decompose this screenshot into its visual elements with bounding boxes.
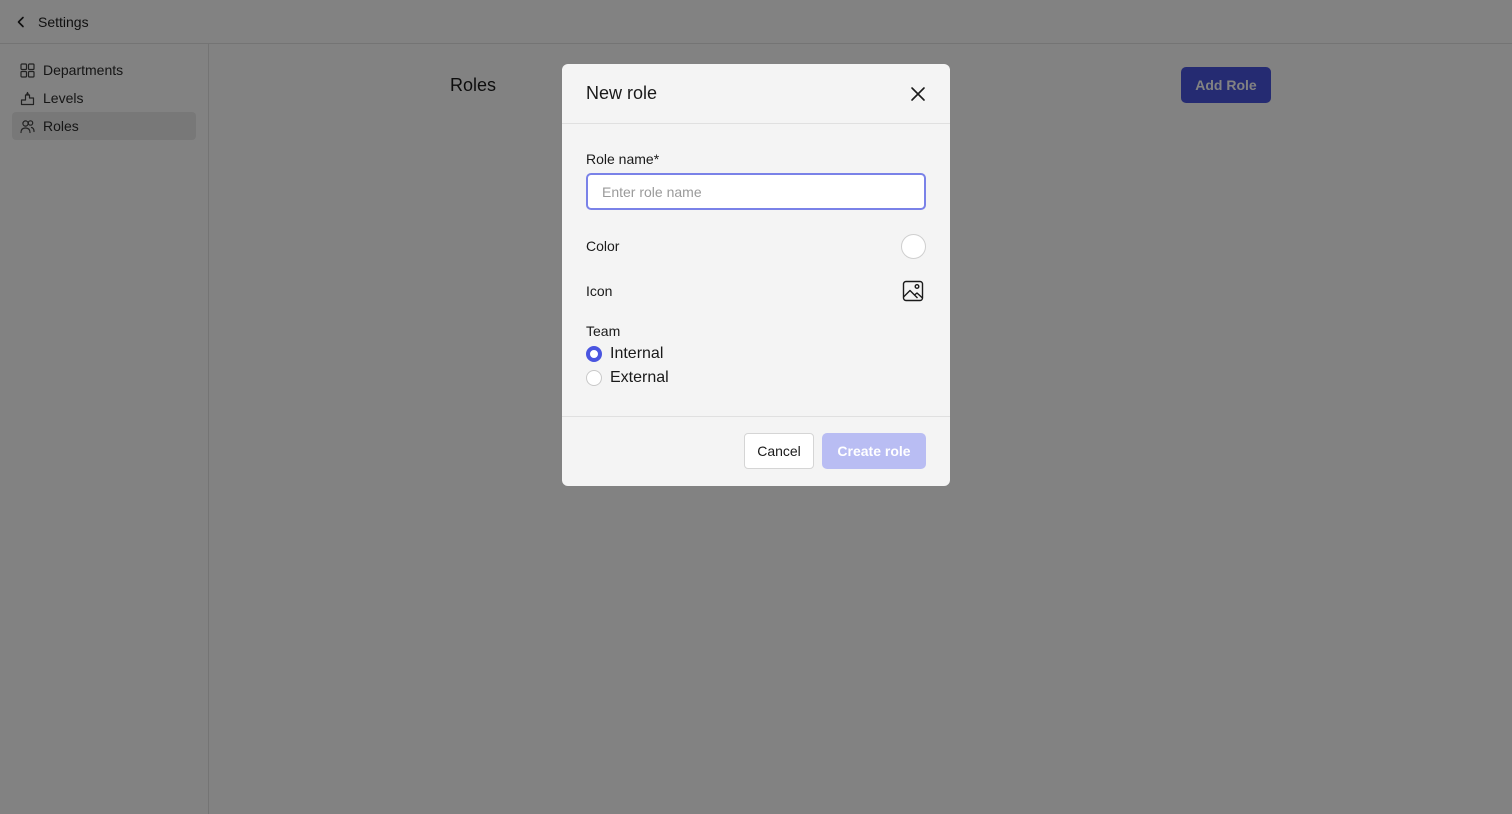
radio-button-checked[interactable] xyxy=(586,346,602,362)
team-option-internal[interactable]: Internal xyxy=(586,344,926,364)
color-picker[interactable] xyxy=(901,233,926,259)
close-icon xyxy=(910,86,926,102)
color-label: Color xyxy=(586,238,620,254)
role-name-label: Role name* xyxy=(586,151,660,167)
radio-button[interactable] xyxy=(586,370,602,386)
team-option-label: External xyxy=(610,369,669,386)
team-option-external[interactable]: External xyxy=(586,368,926,388)
close-button[interactable] xyxy=(906,82,930,106)
team-label: Team xyxy=(586,323,621,339)
image-icon[interactable] xyxy=(902,280,924,302)
dialog-title: New role xyxy=(586,83,658,103)
dialog-footer: Cancel Create role xyxy=(562,417,950,485)
dialog-body: Role name* Color Icon Team Internal Exte… xyxy=(562,124,950,417)
color-row: Color xyxy=(586,233,926,259)
dialog-header: New role xyxy=(562,64,950,124)
new-role-dialog: New role Role name* Color Icon Team Inte… xyxy=(562,64,950,486)
cancel-button[interactable]: Cancel xyxy=(744,433,814,469)
create-role-button[interactable]: Create role xyxy=(822,433,926,469)
role-name-input[interactable] xyxy=(586,173,926,210)
icon-row: Icon xyxy=(586,278,926,304)
team-option-label: Internal xyxy=(610,345,664,362)
icon-label: Icon xyxy=(586,283,613,299)
